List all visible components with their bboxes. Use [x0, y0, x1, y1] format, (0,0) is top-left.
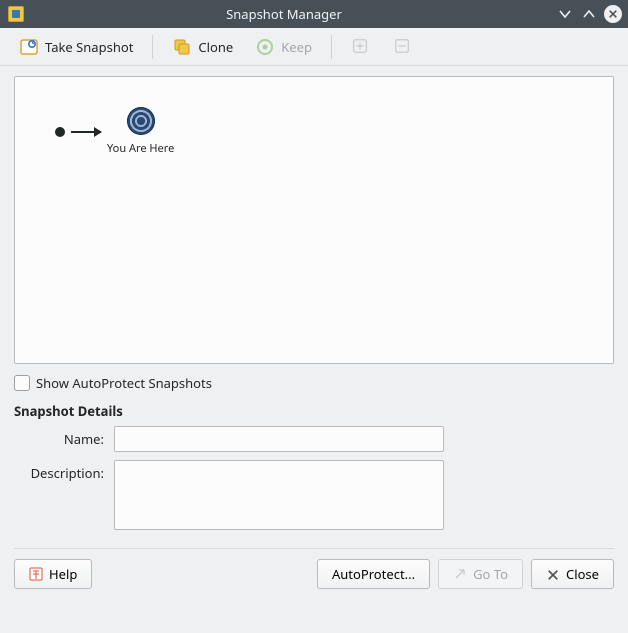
arrow-icon [71, 131, 101, 133]
remove-button [384, 32, 422, 62]
window-controls [556, 5, 622, 23]
footer: Help AutoProtect... Go To Close [14, 559, 614, 589]
keep-button: Keep [246, 32, 321, 62]
description-row: Description: [14, 460, 614, 530]
toolbar-separator [331, 35, 332, 59]
description-field[interactable] [114, 460, 444, 530]
close-label: Close [566, 565, 599, 583]
close-icon [608, 9, 618, 19]
autoprotect-label: AutoProtect... [332, 565, 415, 583]
help-button[interactable]: Help [14, 559, 92, 589]
autoprotect-button[interactable]: AutoProtect... [317, 559, 430, 589]
current-state-node[interactable]: You Are Here [107, 107, 174, 156]
toolbar-separator [152, 35, 153, 59]
show-autoprotect-checkbox[interactable] [14, 375, 30, 391]
window-title: Snapshot Manager [32, 5, 556, 23]
you-are-here-label: You Are Here [107, 141, 174, 156]
close-window-button[interactable] [604, 5, 622, 23]
help-label: Help [49, 565, 77, 583]
chevron-down-icon [559, 8, 571, 20]
minus-box-icon [393, 37, 413, 57]
keep-icon [255, 37, 275, 57]
take-snapshot-label: Take Snapshot [45, 38, 133, 56]
footer-separator [14, 548, 614, 549]
snapshot-tree-root: You Are Here [55, 107, 174, 156]
name-row: Name: [14, 426, 614, 452]
name-label: Name: [14, 426, 114, 448]
close-icon [546, 567, 560, 581]
goto-icon [453, 567, 467, 581]
root-node-icon [55, 127, 65, 137]
snapshot-icon [19, 37, 39, 57]
snapshot-tree[interactable]: You Are Here [14, 76, 614, 364]
description-label: Description: [14, 460, 114, 482]
clone-button[interactable]: Clone [163, 32, 242, 62]
clone-icon [172, 37, 192, 57]
content-area: You Are Here Show AutoProtect Snapshots … [0, 66, 628, 633]
snapshot-details-title: Snapshot Details [14, 402, 614, 420]
titlebar: Snapshot Manager [0, 0, 628, 28]
show-autoprotect-label: Show AutoProtect Snapshots [36, 374, 212, 392]
take-snapshot-button[interactable]: Take Snapshot [10, 32, 142, 62]
show-autoprotect-row: Show AutoProtect Snapshots [14, 374, 614, 392]
add-button [342, 32, 380, 62]
goto-label: Go To [473, 565, 508, 583]
help-icon [29, 567, 43, 581]
maximize-button[interactable] [580, 5, 598, 23]
plus-box-icon [351, 37, 371, 57]
name-field[interactable] [114, 426, 444, 452]
goto-button: Go To [438, 559, 523, 589]
chevron-up-icon [583, 8, 595, 20]
minimize-button[interactable] [556, 5, 574, 23]
app-icon [8, 6, 24, 22]
toolbar: Take Snapshot Clone Keep [0, 28, 628, 66]
you-are-here-icon [127, 107, 155, 135]
keep-label: Keep [281, 38, 312, 56]
close-button[interactable]: Close [531, 559, 614, 589]
clone-label: Clone [198, 38, 233, 56]
